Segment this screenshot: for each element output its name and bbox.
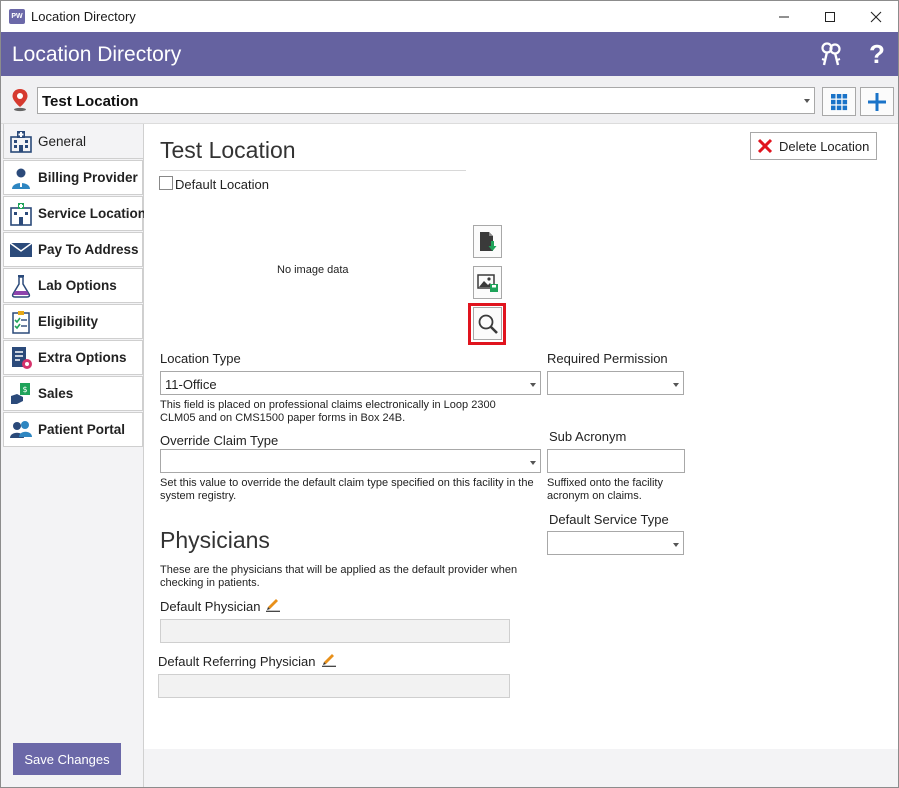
checklist-icon [4, 304, 38, 339]
save-changes-button[interactable]: Save Changes [13, 743, 121, 775]
chevron-down-icon [530, 461, 536, 465]
default-service-type-dropdown[interactable] [547, 531, 684, 555]
title-divider [160, 170, 466, 171]
location-type-dropdown[interactable]: 11-Office [160, 371, 541, 395]
window-title-bar: PW Location Directory [1, 1, 898, 32]
location-type-label: Location Type [160, 351, 241, 366]
sidebar-item-label: Sales [38, 386, 74, 401]
chevron-down-icon [530, 383, 536, 387]
document-gear-icon [4, 340, 38, 375]
location-dropdown-value: Test Location [42, 93, 139, 110]
sub-acronym-label: Sub Acronym [549, 429, 627, 444]
default-referring-physician-label: Default Referring Physician [158, 654, 316, 669]
default-location-checkbox[interactable] [159, 176, 173, 190]
sidebar-item-label: Extra Options [38, 350, 127, 365]
delete-location-label: Delete Location [779, 138, 870, 154]
default-referring-physician-field[interactable] [158, 674, 510, 698]
doctor-icon [4, 160, 38, 195]
sub-acronym-help: Suffixed onto the facility acronym on cl… [547, 477, 663, 502]
chevron-down-icon [673, 383, 679, 387]
hospital-icon [4, 124, 38, 159]
sidebar-item-service-location[interactable]: Service Location [3, 196, 147, 231]
delete-icon [751, 138, 779, 154]
close-button[interactable] [853, 1, 899, 32]
app-icon: PW [9, 9, 25, 24]
location-dropdown[interactable]: Test Location [37, 87, 815, 114]
required-permission-label: Required Permission [547, 351, 668, 366]
flask-icon [4, 268, 38, 303]
sub-acronym-input[interactable] [547, 449, 685, 473]
override-claim-type-help: Set this value to override the default c… [160, 477, 534, 502]
default-service-type-label: Default Service Type [549, 512, 669, 527]
override-claim-type-label: Override Claim Type [160, 433, 279, 448]
save-image-button[interactable] [473, 266, 502, 299]
chevron-down-icon [673, 543, 679, 547]
map-pin-icon [12, 89, 28, 112]
help-icon[interactable]: ? [862, 39, 892, 69]
money-hand-icon: $ [4, 376, 38, 411]
edit-pencil-icon[interactable] [321, 651, 337, 667]
sidebar-item-label: General [38, 133, 87, 149]
header-title: Location Directory [12, 43, 182, 66]
default-physician-field[interactable] [160, 619, 510, 643]
required-permission-dropdown[interactable] [547, 371, 684, 395]
clinic-icon [4, 196, 38, 231]
edit-pencil-icon[interactable] [265, 596, 281, 612]
app-header: Location Directory ? [1, 32, 898, 76]
application-window: PW Location Directory Location Directory… [0, 0, 899, 788]
footer-strip [144, 749, 898, 787]
import-image-button[interactable] [473, 225, 502, 258]
sidebar-item-label: Billing Provider [38, 170, 138, 185]
sidebar-item-pay-to-address[interactable]: Pay To Address [3, 232, 143, 267]
grid-view-button[interactable] [822, 87, 856, 116]
sidebar-item-label: Eligibility [38, 314, 99, 329]
sidebar: General Billing Provider Service Locatio… [1, 124, 147, 787]
sidebar-item-label: Pay To Address [38, 242, 139, 257]
no-image-placeholder: No image data [277, 264, 349, 276]
minimize-button[interactable] [761, 1, 807, 32]
svg-text:$: $ [22, 385, 27, 394]
page-title: Test Location [160, 137, 296, 163]
sidebar-item-eligibility[interactable]: Eligibility [3, 304, 143, 339]
physicians-help: These are the physicians that will be ap… [160, 564, 518, 589]
sidebar-item-label: Lab Options [38, 278, 117, 293]
sidebar-item-lab-options[interactable]: Lab Options [3, 268, 143, 303]
sidebar-item-patient-portal[interactable]: Patient Portal [3, 412, 143, 447]
default-location-label: Default Location [175, 177, 269, 192]
window-title: Location Directory [31, 9, 136, 24]
envelope-icon [4, 232, 38, 267]
users-icon [4, 412, 38, 447]
location-type-help: This field is placed on professional cla… [160, 399, 496, 424]
sidebar-item-sales[interactable]: $ Sales [3, 376, 143, 411]
location-type-value: 11-Office [165, 377, 217, 392]
sidebar-item-general[interactable]: General [3, 124, 143, 159]
minimize-icon [779, 16, 789, 17]
chevron-down-icon [804, 99, 810, 103]
add-location-button[interactable] [860, 87, 894, 116]
zoom-button-highlight [468, 303, 506, 345]
location-selector-bar: Test Location [1, 76, 898, 124]
grid-icon [831, 93, 848, 110]
sidebar-item-label: Service Location [38, 206, 147, 221]
override-claim-type-dropdown[interactable] [160, 449, 541, 473]
maximize-icon [825, 11, 835, 22]
sidebar-item-extra-options[interactable]: Extra Options [3, 340, 143, 375]
maximize-button[interactable] [807, 1, 853, 32]
close-icon [870, 11, 882, 22]
image-save-icon [476, 273, 498, 292]
physicians-heading: Physicians [160, 527, 270, 553]
keys-icon[interactable] [816, 39, 846, 69]
main-panel: Test Location Delete Location Default Lo… [144, 124, 898, 749]
delete-location-button[interactable]: Delete Location [750, 132, 877, 160]
plus-icon [868, 92, 886, 111]
sidebar-item-billing-provider[interactable]: Billing Provider [3, 160, 143, 195]
sidebar-item-label: Patient Portal [38, 422, 126, 437]
file-download-icon [479, 231, 496, 251]
default-physician-label: Default Physician [160, 599, 261, 614]
